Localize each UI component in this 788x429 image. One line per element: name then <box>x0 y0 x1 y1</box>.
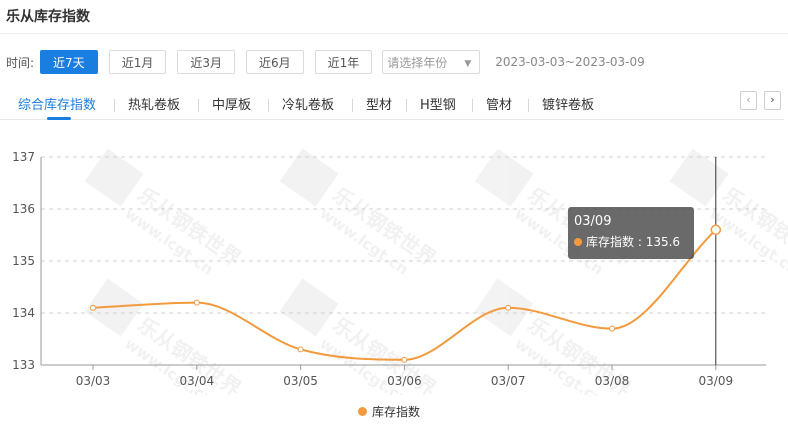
category-tabs: 综合库存指数 热轧卷板 中厚板 冷轧卷板 型材 H型钢 管材 镀锌卷板 <box>0 88 730 120</box>
y-axis-ticks: 133 134 135 136 137 <box>12 150 35 372</box>
watermark: 乐从钢铁世界www.lcgt.cn <box>84 148 246 279</box>
tab-hot-rolled-coil[interactable]: 热轧卷板 <box>128 94 180 113</box>
tab-separator <box>114 99 115 112</box>
range-button-3m[interactable]: 近3月 <box>177 50 235 74</box>
title-divider <box>0 33 788 34</box>
watermark: 乐从钢铁世界www.lcgt.cn <box>279 148 441 279</box>
data-point <box>609 325 615 332</box>
y-tick-label: 133 <box>12 358 35 372</box>
tooltip-row: 库存指数 : 135.6 <box>574 233 688 250</box>
date-range-text: 2023-03-03~2023-03-09 <box>495 55 645 69</box>
year-select[interactable]: 请选择年份 ▼ <box>382 50 481 74</box>
inventory-index-chart: 乐从钢铁世界www.lcgt.cn乐从钢铁世界www.lcgt.cn乐从钢铁世界… <box>12 148 788 395</box>
tooltip-separator: : <box>634 234 646 249</box>
highlighted-data-point <box>710 224 722 236</box>
tooltip-value: 135.6 <box>645 234 681 249</box>
x-tick-label: 03/08 <box>595 374 630 388</box>
data-point <box>90 304 96 311</box>
watermark-logo <box>279 278 339 337</box>
page-title: 乐从库存指数 <box>6 9 90 25</box>
x-tick-label: 03/04 <box>180 374 215 388</box>
tab-section-steel[interactable]: 型材 <box>366 94 392 113</box>
data-point <box>297 346 304 353</box>
data-point <box>193 299 200 306</box>
y-tick-label: 137 <box>12 150 35 164</box>
tab-separator <box>472 99 473 112</box>
tab-cold-rolled-coil[interactable]: 冷轧卷板 <box>282 94 334 113</box>
tab-separator <box>406 99 407 112</box>
tooltip-series-name: 库存指数 <box>586 235 635 249</box>
tab-galvanized-coil[interactable]: 镀锌卷板 <box>542 94 594 113</box>
data-point <box>505 304 512 311</box>
tab-track <box>0 119 784 120</box>
x-tick-label: 03/07 <box>491 374 526 388</box>
y-tick-label: 136 <box>12 202 35 216</box>
x-tick-label: 03/03 <box>76 374 111 388</box>
legend-label: 库存指数 <box>372 405 421 419</box>
chart-legend[interactable]: 库存指数 <box>358 403 420 420</box>
x-tick-label: 03/06 <box>387 374 422 388</box>
tab-h-beam[interactable]: H型钢 <box>420 94 456 113</box>
watermark-layer: 乐从钢铁世界www.lcgt.cn乐从钢铁世界www.lcgt.cn乐从钢铁世界… <box>84 148 788 395</box>
y-tick-label: 134 <box>12 306 35 320</box>
tab-medium-plate[interactable]: 中厚板 <box>212 94 251 113</box>
x-tick-label: 03/09 <box>699 374 734 388</box>
range-label: 时间: <box>6 55 35 70</box>
chart-tooltip: 03/09 库存指数 : 135.6 <box>568 207 694 259</box>
tab-separator <box>198 99 199 112</box>
tab-prev-button[interactable]: ‹ <box>740 91 757 110</box>
x-tick-label: 03/05 <box>283 374 318 388</box>
range-button-7d[interactable]: 近7天 <box>40 50 98 74</box>
legend-marker <box>358 407 367 416</box>
range-button-1y[interactable]: 近1年 <box>314 50 373 74</box>
year-select-placeholder: 请选择年份 <box>387 56 448 70</box>
tab-composite-index[interactable]: 综合库存指数 <box>18 94 96 113</box>
active-tab-indicator <box>47 117 71 120</box>
tab-pipe[interactable]: 管材 <box>486 94 512 113</box>
tab-separator <box>352 99 353 112</box>
tab-separator <box>528 99 529 112</box>
data-point <box>401 356 408 363</box>
tooltip-date: 03/09 <box>574 214 612 229</box>
chevron-down-icon: ▼ <box>464 59 472 69</box>
tooltip-series-dot <box>574 237 582 246</box>
tab-next-button[interactable]: › <box>764 91 781 110</box>
range-button-6m[interactable]: 近6月 <box>245 50 304 74</box>
range-button-1m[interactable]: 近1月 <box>108 50 167 74</box>
range-selector: 时间: 近7天 近1月 近3月 近6月 近1年 请选择年份 ▼ 2023-03-… <box>6 49 645 75</box>
tab-separator <box>268 99 269 112</box>
y-tick-label: 135 <box>12 254 35 268</box>
